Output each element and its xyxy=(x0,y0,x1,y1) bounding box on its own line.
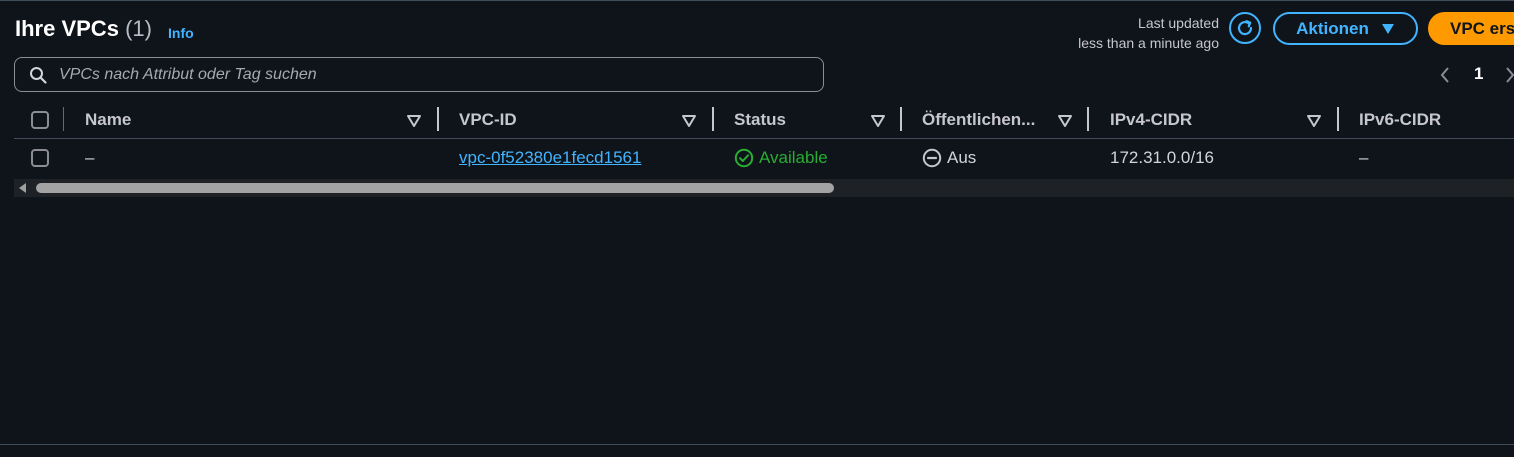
search-icon xyxy=(30,66,47,84)
refresh-icon xyxy=(1237,20,1253,36)
column-header-public-block[interactable]: Öffentlichen... xyxy=(922,110,1035,130)
column-header-ipv4-cidr[interactable]: IPv4-CIDR xyxy=(1110,110,1192,130)
next-page-button[interactable] xyxy=(1505,64,1514,86)
table-header-divider xyxy=(14,138,1514,139)
horizontal-scrollbar[interactable] xyxy=(14,179,1514,197)
scroll-left-arrow-icon[interactable] xyxy=(19,183,26,193)
info-link[interactable]: Info xyxy=(168,25,194,41)
last-updated: Last updated less than a minute ago xyxy=(1040,13,1219,53)
sort-icon[interactable] xyxy=(681,113,697,129)
cell-ipv4-cidr: 172.31.0.0/16 xyxy=(1110,148,1214,167)
public-block-text: Aus xyxy=(947,148,977,167)
select-all-checkbox[interactable] xyxy=(31,111,49,129)
actions-dropdown-button[interactable]: Aktionen xyxy=(1273,12,1418,45)
chevron-right-icon xyxy=(1506,67,1514,83)
cell-name: – xyxy=(85,148,95,167)
check-circle-icon xyxy=(734,148,754,168)
chevron-left-icon xyxy=(1440,67,1449,83)
column-header-vpc-id[interactable]: VPC-ID xyxy=(459,110,517,130)
page-title: Ihre VPCs (1) xyxy=(15,16,152,42)
refresh-button[interactable] xyxy=(1229,12,1261,44)
column-resizer[interactable] xyxy=(712,107,714,131)
minus-circle-icon xyxy=(922,148,942,168)
page-title-text: Ihre VPCs xyxy=(15,16,119,41)
actions-label: Aktionen xyxy=(1296,18,1369,38)
create-vpc-label: VPC erst xyxy=(1450,18,1514,38)
last-updated-value: less than a minute ago xyxy=(1078,35,1219,51)
column-resizer[interactable] xyxy=(1337,107,1339,131)
cell-public-block: Aus xyxy=(922,148,976,168)
create-vpc-button[interactable]: VPC erst xyxy=(1428,12,1514,45)
sort-icon[interactable] xyxy=(406,113,422,129)
cell-ipv6-cidr: – xyxy=(1359,148,1369,167)
page-number-current[interactable]: 1 xyxy=(1474,64,1483,84)
sort-icon[interactable] xyxy=(1306,113,1322,129)
status-text: Available xyxy=(759,148,828,167)
search-input[interactable] xyxy=(57,64,823,85)
column-header-name[interactable]: Name xyxy=(85,110,131,130)
top-divider xyxy=(0,0,1514,1)
vpc-id-link[interactable]: vpc-0f52380e1fecd1561 xyxy=(459,148,641,168)
column-header-ipv6-cidr[interactable]: IPv6-CIDR xyxy=(1359,110,1441,130)
last-updated-label: Last updated xyxy=(1138,15,1219,31)
scrollbar-thumb[interactable] xyxy=(36,183,834,193)
bottom-divider xyxy=(0,444,1514,445)
caret-down-icon xyxy=(1381,23,1394,34)
sort-icon[interactable] xyxy=(870,113,886,129)
vpc-count: (1) xyxy=(125,16,152,41)
column-resizer[interactable] xyxy=(1087,107,1089,131)
column-resizer[interactable] xyxy=(437,107,439,131)
sort-icon[interactable] xyxy=(1057,113,1073,129)
cell-status: Available xyxy=(734,148,828,168)
row-select-checkbox[interactable] xyxy=(31,149,49,167)
previous-page-button[interactable] xyxy=(1437,64,1453,86)
column-resizer[interactable] xyxy=(900,107,902,131)
search-box[interactable] xyxy=(14,57,824,92)
column-header-status[interactable]: Status xyxy=(734,110,786,130)
column-separator xyxy=(63,107,64,131)
